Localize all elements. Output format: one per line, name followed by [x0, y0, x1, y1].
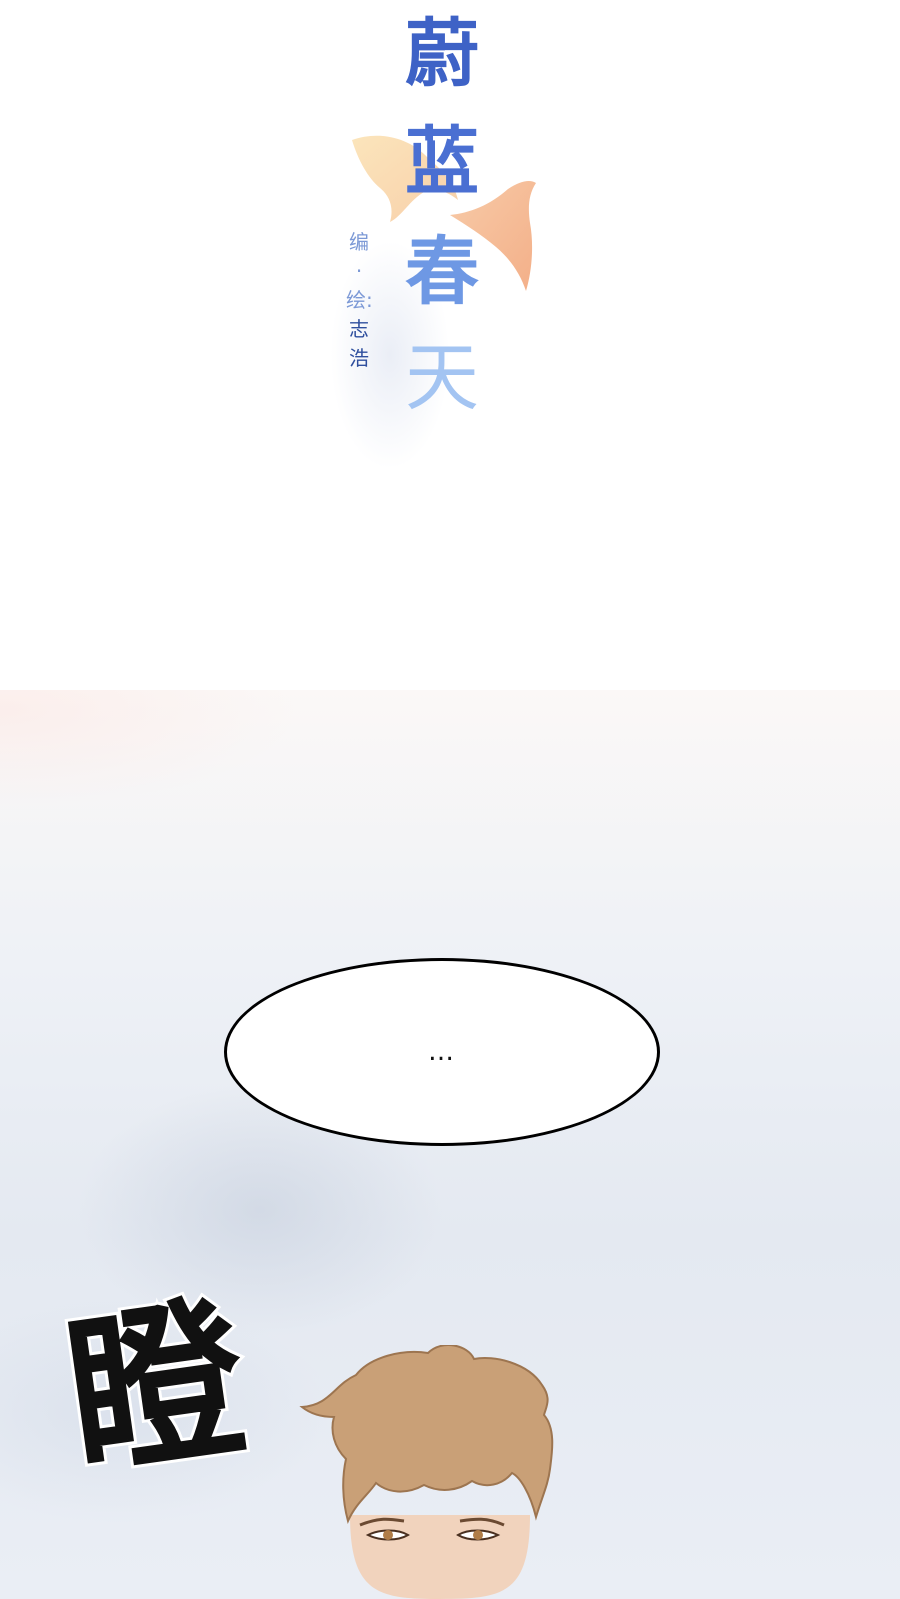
- character-portrait: [299, 1345, 554, 1599]
- title-char-2: 蓝: [405, 119, 479, 205]
- credit-label: 编·绘:: [346, 230, 373, 312]
- author-name: 志浩: [349, 317, 369, 370]
- speech-bubble: …: [224, 958, 660, 1146]
- title-char-1: 蔚: [405, 11, 479, 97]
- title-page: 蔚 蓝 春 天 编·绘: 志浩: [0, 0, 900, 690]
- comic-title-logo: 蔚 蓝 春 天 编·绘: 志浩: [330, 0, 570, 480]
- title-char-4: 天: [405, 335, 479, 421]
- sound-effect-text: 瞪: [52, 1273, 261, 1507]
- title-char-3: 春: [405, 229, 479, 315]
- speech-bubble-text: …: [428, 1037, 456, 1067]
- character-hair: [299, 1345, 554, 1524]
- credit-line: 编·绘: 志浩: [346, 228, 373, 373]
